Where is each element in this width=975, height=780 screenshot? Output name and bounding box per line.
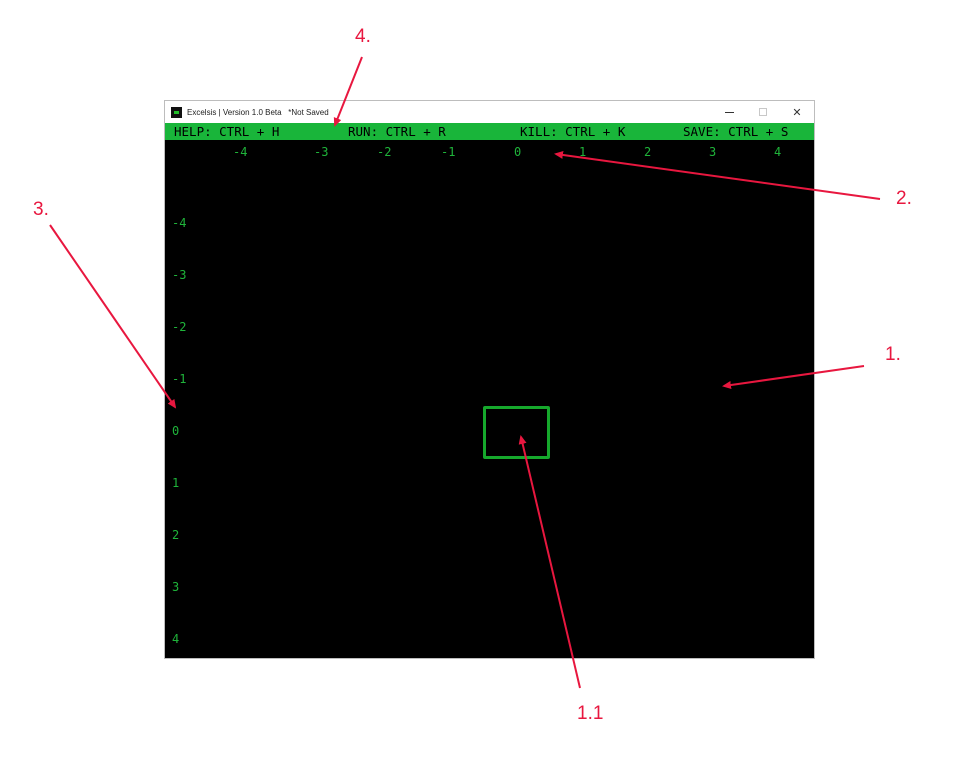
close-button[interactable]: ✕ xyxy=(780,101,814,123)
y-axis-label: 3 xyxy=(172,580,180,594)
minimize-button[interactable] xyxy=(712,101,746,123)
annotation-label-1-1: 1.1 xyxy=(577,703,604,724)
x-axis-label: 4 xyxy=(774,145,782,159)
x-axis-label: -2 xyxy=(377,145,392,159)
annotation-label-1: 1. xyxy=(885,344,901,365)
annotation-label-3: 3. xyxy=(33,199,49,220)
close-icon: ✕ xyxy=(792,105,802,119)
grid-canvas[interactable]: -4 -3 -2 -1 0 1 2 3 4 -4 -3 -2 -1 0 1 2 … xyxy=(165,140,814,658)
y-axis-label: -1 xyxy=(172,372,187,386)
app-window: Excelsis | Version 1.0 Beta *Not Saved ✕… xyxy=(164,100,815,659)
help-shortcut[interactable]: HELP: CTRL + H xyxy=(174,123,279,140)
x-axis-label: 0 xyxy=(514,145,522,159)
y-axis-label: 4 xyxy=(172,632,180,646)
y-axis-label: -4 xyxy=(172,216,187,230)
y-axis-label: -2 xyxy=(172,320,187,334)
selection-cursor[interactable] xyxy=(483,406,550,459)
x-axis-label: 2 xyxy=(644,145,652,159)
window-title: Excelsis | Version 1.0 Beta *Not Saved xyxy=(187,107,329,117)
x-axis-label: -1 xyxy=(441,145,456,159)
y-axis-label: 2 xyxy=(172,528,180,542)
run-shortcut[interactable]: RUN: CTRL + R xyxy=(348,123,446,140)
y-axis-label: -3 xyxy=(172,268,187,282)
arrow-3 xyxy=(49,224,177,409)
shortcut-bar: HELP: CTRL + H RUN: CTRL + R KILL: CTRL … xyxy=(165,123,814,140)
minimize-icon xyxy=(724,111,734,113)
maximize-icon xyxy=(759,108,767,116)
x-axis-label: -4 xyxy=(233,145,248,159)
save-shortcut[interactable]: SAVE: CTRL + S xyxy=(683,123,788,140)
y-axis-label: 0 xyxy=(172,424,180,438)
annotation-label-4: 4. xyxy=(355,26,371,47)
annotation-label-2: 2. xyxy=(896,188,912,209)
maximize-button[interactable] xyxy=(746,101,780,123)
app-icon xyxy=(171,106,182,118)
title-bar: Excelsis | Version 1.0 Beta *Not Saved ✕ xyxy=(165,101,814,123)
x-axis-label: -3 xyxy=(314,145,329,159)
y-axis-label: 1 xyxy=(172,476,180,490)
x-axis-label: 1 xyxy=(579,145,587,159)
x-axis-label: 3 xyxy=(709,145,717,159)
screenshot-stage: Excelsis | Version 1.0 Beta *Not Saved ✕… xyxy=(0,0,975,780)
kill-shortcut[interactable]: KILL: CTRL + K xyxy=(520,123,625,140)
